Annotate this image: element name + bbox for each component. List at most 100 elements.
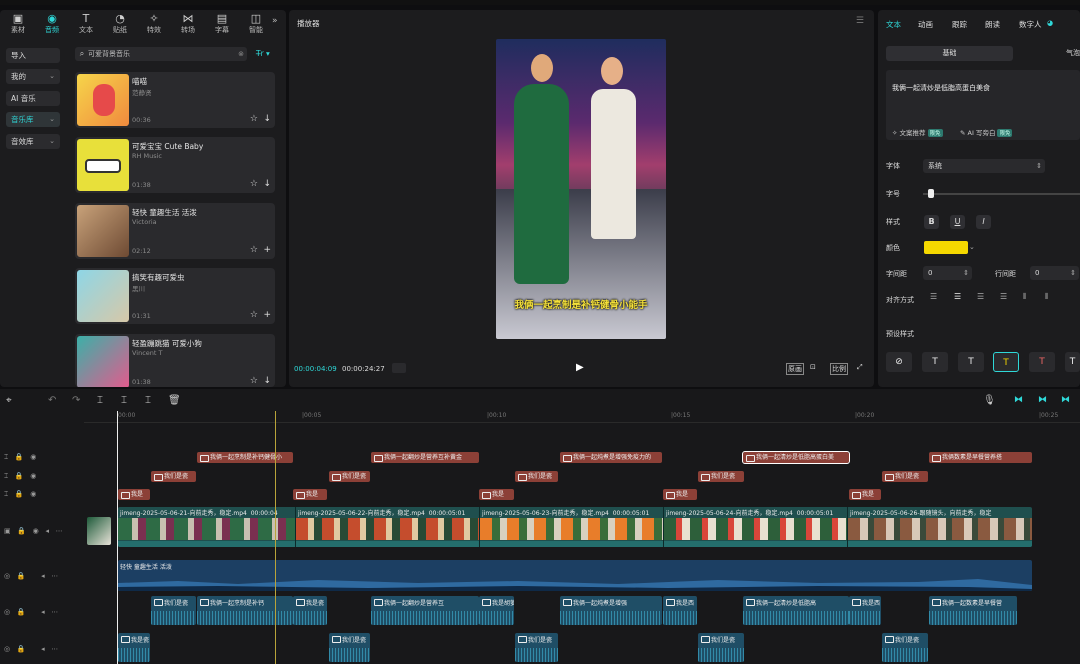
side-item-import[interactable]: 导入 xyxy=(6,48,60,63)
music-card[interactable]: 轻盈蹦跳猫 可爱小狗 Vincent T 01:38 ☆ ↓ xyxy=(75,334,275,387)
chevron-down-icon[interactable]: ⌄ xyxy=(969,241,979,254)
preset-style[interactable]: T xyxy=(1065,352,1080,372)
subtitle-clip[interactable]: 我俩数素是早餐营养搭 xyxy=(929,452,1032,463)
audio-clip[interactable]: 我俩一起数素是早餐营 xyxy=(929,596,1017,625)
text-clip[interactable]: 我是 xyxy=(118,489,150,500)
link-toggle-icon[interactable]: ⧓ xyxy=(1014,395,1023,405)
subtab-basic[interactable]: 基础 xyxy=(886,46,1013,61)
tab-read-aloud[interactable]: 朗读 xyxy=(985,19,1000,30)
audio-clip[interactable]: 我是西 xyxy=(849,596,881,625)
track-header[interactable]: ◎ 🔒 ◂ ⋯ xyxy=(4,608,58,616)
filter-button[interactable]: T̶r ▾ xyxy=(256,47,276,61)
text-content-field[interactable]: 我俩一起清炒是低脂高蛋白美食 ✧ 文案推荐 限免 ✎ AI 写旁白 限免 xyxy=(886,70,1080,140)
color-swatch[interactable] xyxy=(924,241,968,254)
video-clip[interactable]: jimeng-2025-05-06-24-向前走秀，稳定.mp4 00:00:0… xyxy=(664,507,848,547)
fit-icon[interactable]: ⊡ xyxy=(810,363,816,371)
side-item-mine[interactable]: 我的 ⌄ xyxy=(6,69,60,84)
playhead[interactable] xyxy=(117,411,118,664)
audio-clip[interactable]: 我俩一起翻炒是营养互 xyxy=(371,596,479,625)
audio-clip[interactable]: 我是西 xyxy=(663,596,697,625)
track-header[interactable]: ⌶ 🔒 ◉ xyxy=(4,472,36,481)
audio-clip[interactable]: 我们是瓷 xyxy=(151,596,196,625)
tab-audio[interactable]: ◉ 音频 xyxy=(36,12,68,40)
side-item-music-library[interactable]: 音乐库 ⌄ xyxy=(6,112,60,127)
split-left-icon[interactable]: ⌶ xyxy=(121,395,127,406)
text-clip[interactable]: 我是 xyxy=(293,489,327,500)
audio-clip[interactable]: 我们是瓷 xyxy=(329,633,370,662)
add-icon[interactable]: + xyxy=(263,310,271,320)
music-card[interactable]: 轻快 童趣生活 活泼 Victoria 02:12 ☆ + xyxy=(75,203,275,259)
track-header[interactable]: ⌶ 🔒 ◉ xyxy=(4,453,36,462)
text-clip[interactable]: 我是 xyxy=(849,489,881,500)
tab-transition[interactable]: ⋈ 转场 xyxy=(172,12,204,40)
tab-tracking[interactable]: 跟踪 xyxy=(952,19,967,30)
magnet-toggle-icon[interactable]: ⧓ xyxy=(1038,395,1047,405)
align-center-icon[interactable]: ☰ xyxy=(954,292,961,301)
more-tabs-icon[interactable]: » xyxy=(272,16,278,26)
ai-narration-link[interactable]: ✎ AI 写旁白 限免 xyxy=(960,127,1013,137)
video-clip[interactable]: jimeng-2025-05-06-26-跟随镜头，向前走秀，稳定 xyxy=(848,507,1032,547)
text-clip[interactable]: 我们是瓷 xyxy=(515,471,558,482)
audio-clip[interactable]: 我是瓷 xyxy=(118,633,150,662)
font-select[interactable]: 系统 ⇕ xyxy=(923,159,1045,173)
music-card[interactable]: 可爱宝宝 Cute Baby RH Music 01:38 ☆ ↓ xyxy=(75,137,275,193)
audio-clip[interactable]: 我们是瓷 xyxy=(698,633,744,662)
align-left-icon[interactable]: ☰ xyxy=(930,292,937,301)
track-header[interactable]: ◎ 🔒 ◂ ⋯ xyxy=(4,645,58,653)
track-header[interactable]: ▣ 🔒 ◉ ◂ ⋯ xyxy=(4,527,63,535)
add-icon[interactable]: + xyxy=(263,245,271,255)
tab-caption[interactable]: ▤ 字幕 xyxy=(206,12,238,40)
text-clip[interactable]: 我是 xyxy=(479,489,514,500)
text-clip[interactable]: 我们是瓷 xyxy=(151,471,196,482)
time-ruler[interactable]: 00:00 |00:05 |00:10 |00:15 |00:20 |00:25 xyxy=(84,411,1080,423)
music-track[interactable]: 轻快 童趣生活 活泼 xyxy=(118,560,1032,591)
underline-button[interactable]: U xyxy=(950,215,965,229)
track-header[interactable]: ⌶ 🔒 ◉ xyxy=(4,490,36,499)
tab-effects[interactable]: ✧ 特效 xyxy=(138,12,170,40)
preset-style[interactable]: T xyxy=(922,352,948,372)
play-icon[interactable]: ▶ xyxy=(576,362,584,373)
copy-suggest-link[interactable]: ✧ 文案推荐 限免 xyxy=(892,127,943,137)
align-justify-icon[interactable]: ☰ xyxy=(1000,292,1007,301)
cover-thumbnail[interactable] xyxy=(87,517,111,545)
italic-button[interactable]: I xyxy=(976,215,991,229)
video-clip[interactable]: jimeng-2025-05-06-23-向前走秀，稳定.mp4 00:00:0… xyxy=(480,507,664,547)
audio-clip[interactable]: 我俩一起清炒是低脂高 xyxy=(743,596,849,625)
bold-button[interactable]: B xyxy=(924,215,939,229)
text-clip[interactable]: 我们是瓷 xyxy=(882,471,928,482)
fullscreen-icon[interactable]: ⤢ xyxy=(857,363,863,372)
tab-sticker[interactable]: ◔ 贴纸 xyxy=(104,12,136,40)
download-icon[interactable]: ↓ xyxy=(263,376,271,386)
download-icon[interactable]: ↓ xyxy=(263,179,271,189)
audio-clip[interactable]: 我是胡萝 xyxy=(479,596,514,625)
text-clip[interactable]: 我们是瓷 xyxy=(329,471,370,482)
subtitle-clip[interactable]: 我俩一起烹制是补钙健骨小 xyxy=(197,452,293,463)
video-clip[interactable]: jimeng-2025-05-06-22-向前走秀，稳定.mp4 00:00:0… xyxy=(296,507,480,547)
search-input[interactable]: ⌕ 可爱背景音乐 ⊗ xyxy=(75,47,247,61)
favorite-icon[interactable]: ☆ xyxy=(250,310,258,320)
music-card[interactable]: 搞笑有趣可爱虫 黑川 01:31 ☆ + xyxy=(75,268,275,324)
audio-clip[interactable]: 我们是瓷 xyxy=(882,633,928,662)
microphone-icon[interactable]: 🎙 xyxy=(983,395,996,406)
audio-clip[interactable]: 我们是瓷 xyxy=(515,633,558,662)
tab-text[interactable]: 文本 xyxy=(886,19,901,30)
favorite-icon[interactable]: ☆ xyxy=(250,179,258,189)
side-item-sfx-library[interactable]: 音效库 ⌄ xyxy=(6,134,60,149)
audio-clip[interactable]: 我俩一起烹制是补钙 xyxy=(197,596,293,625)
audio-clip[interactable]: 我俩一起炖煮是增强 xyxy=(560,596,662,625)
audio-clip[interactable]: 我是瓷 xyxy=(293,596,327,625)
line-spacing-input[interactable]: 0 ⇕ xyxy=(1030,266,1079,280)
timecode-toggle[interactable] xyxy=(392,363,406,373)
ratio-button[interactable]: 比例 xyxy=(830,363,848,375)
preset-none[interactable]: ⊘ xyxy=(886,352,912,372)
delete-icon[interactable]: 🗑 xyxy=(168,395,181,406)
quality-button[interactable]: 原画 xyxy=(786,363,804,375)
tab-digital-human[interactable]: 数字人 xyxy=(1019,19,1042,30)
tab-media[interactable]: ▣ 素材 xyxy=(2,12,34,40)
undo-icon[interactable]: ↶ xyxy=(48,395,56,406)
select-tool-icon[interactable]: ⌖ xyxy=(6,395,12,406)
slider-handle[interactable] xyxy=(928,189,934,198)
subtitle-clip-selected[interactable]: 我俩一起清炒是低脂高蛋白美 xyxy=(742,451,850,464)
split-icon[interactable]: ⌶ xyxy=(97,395,103,406)
download-icon[interactable]: ↓ xyxy=(263,114,271,124)
